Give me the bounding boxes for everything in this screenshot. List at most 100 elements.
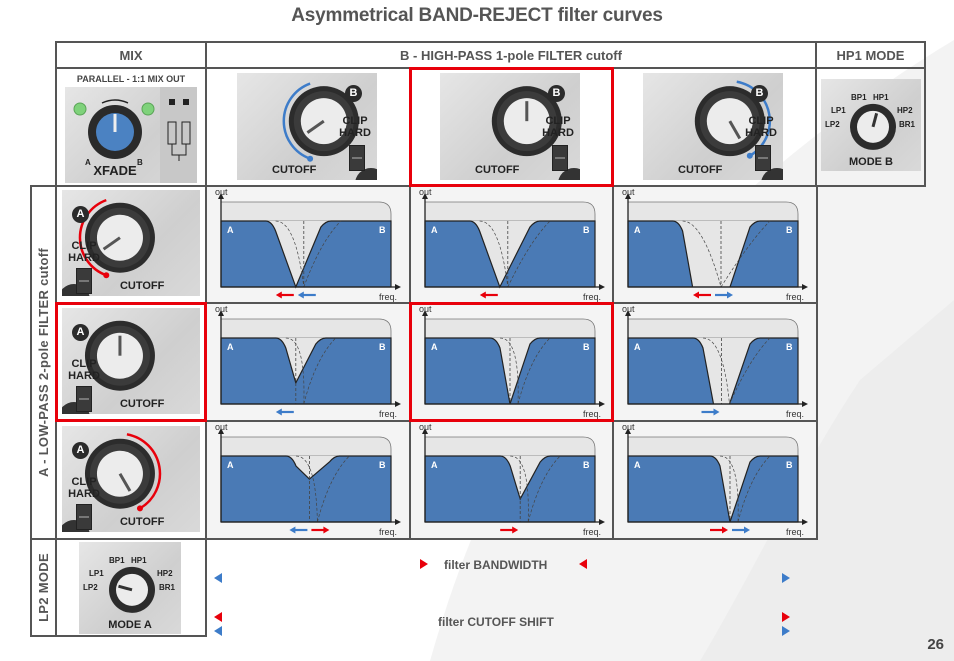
- bandwidth-blue-left-head: [214, 573, 222, 583]
- clip-label: CLIP: [545, 115, 571, 127]
- band-label-b: B: [786, 342, 793, 352]
- x-axis-arrow: [802, 284, 808, 290]
- response-chart-r1-c2: out freq. A B: [612, 302, 818, 422]
- blue-right-arrow-head: [744, 526, 750, 534]
- clip-hard-switch[interactable]: [76, 386, 92, 412]
- response-chart-r0-c0: out freq. A B: [205, 185, 411, 305]
- mode-option-hp2[interactable]: HP2: [157, 568, 173, 580]
- response-chart-r2-c1: out freq. A B: [409, 420, 615, 540]
- a-filter-label-cell: A - LOW-PASS 2-pole FILTER cutoff: [30, 185, 57, 540]
- mode-label: MODE B: [849, 156, 893, 168]
- filter-badge: A: [72, 206, 89, 223]
- clip-label: CLIP: [748, 115, 774, 127]
- mode-label: MODE A: [108, 619, 152, 631]
- b-cutoff-panel-high: B CLIP HARD CUTOFF: [643, 73, 783, 180]
- mode-option-bp1[interactable]: BP1: [109, 555, 125, 567]
- band-label-a: A: [634, 342, 641, 352]
- band-label-a: A: [431, 342, 438, 352]
- chart-svg: out freq. A B: [622, 304, 808, 419]
- chart-envelope: [220, 201, 392, 222]
- mode-option-bp1[interactable]: BP1: [851, 92, 867, 104]
- y-axis-label: out: [215, 304, 228, 314]
- lp2-mode-label-cell: LP2 MODE: [30, 538, 57, 637]
- rotation-arrow-head: [307, 155, 314, 162]
- hard-label: HARD: [542, 127, 574, 139]
- rotation-arrow-head: [103, 272, 110, 279]
- filter-badge: A: [72, 324, 89, 341]
- band-label-b: B: [583, 460, 590, 470]
- page-number: 26: [927, 636, 944, 653]
- clip-hard-label: CLIP HARD: [743, 115, 779, 139]
- x-axis-arrow: [395, 284, 401, 290]
- a-cutoff-panel-center: A CLIP HARD CUTOFF: [62, 308, 200, 414]
- clip-label: CLIP: [71, 358, 97, 370]
- mode-option-hp1[interactable]: HP1: [131, 555, 147, 567]
- chart-svg: out freq. A B: [215, 187, 401, 302]
- filter-badge: B: [548, 85, 565, 102]
- mix-cell: PARALLEL - 1:1 MIX OUT A B XFADE: [55, 67, 207, 187]
- b-cutoff-panel-center: B CLIP HARD CUTOFF: [440, 73, 580, 180]
- red-right-arrow-head: [512, 526, 519, 534]
- clip-hard-switch[interactable]: [76, 504, 92, 530]
- blue-left-arrow-head: [289, 526, 296, 534]
- clip-hard-switch[interactable]: [552, 145, 568, 171]
- response-chart-r2-c2: out freq. A B: [612, 420, 818, 540]
- clip-hard-switch[interactable]: [349, 145, 365, 171]
- header-b-filter: B - HIGH-PASS 1-pole FILTER cutoff: [205, 41, 817, 69]
- band-label-b: B: [583, 342, 590, 352]
- mode-option-br1[interactable]: BR1: [159, 582, 175, 594]
- mode-option-hp1[interactable]: HP1: [873, 92, 889, 104]
- cutoff-label: CUTOFF: [119, 280, 165, 292]
- header-hp1-mode-label: HP1 MODE: [836, 47, 905, 63]
- x-axis-label: freq.: [379, 527, 397, 537]
- rotation-arrow-head: [136, 505, 143, 512]
- x-axis-arrow: [599, 284, 605, 290]
- clip-hard-switch[interactable]: [755, 145, 771, 171]
- mode-a-panel: LP2 LP1 BP1 HP1 HP2 BR1 MODE A: [79, 542, 181, 634]
- header-hp1-mode: HP1 MODE: [815, 41, 926, 69]
- response-chart-r1-c0: out freq. A B: [205, 302, 411, 422]
- y-axis-label: out: [622, 187, 635, 197]
- response-chart-r0-c2: out freq. A B: [612, 185, 818, 305]
- clip-label: CLIP: [71, 476, 97, 488]
- band-label-b: B: [583, 225, 590, 235]
- clip-hard-label: CLIP HARD: [66, 358, 102, 382]
- page-title: Asymmetrical BAND-REJECT filter curves: [291, 5, 663, 26]
- cutoff-label: CUTOFF: [119, 398, 165, 410]
- red-left-arrow-head: [479, 291, 486, 299]
- shift-blue-left-head: [214, 626, 222, 636]
- y-axis-label: out: [419, 304, 432, 314]
- mode-option-hp2[interactable]: HP2: [897, 105, 913, 117]
- y-axis-label: out: [215, 422, 228, 432]
- x-axis-arrow: [599, 401, 605, 407]
- clip-hard-label: CLIP HARD: [66, 476, 102, 500]
- band-label-a: A: [431, 460, 438, 470]
- mode-option-lp2[interactable]: LP2: [825, 119, 840, 131]
- mode-option-lp2[interactable]: LP2: [83, 582, 98, 594]
- chart-svg: out freq. A B: [215, 422, 401, 537]
- hard-label: HARD: [68, 370, 100, 382]
- band-label-a: A: [227, 225, 234, 235]
- hard-label: HARD: [68, 252, 100, 264]
- clip-label: CLIP: [342, 115, 368, 127]
- mode-option-lp1[interactable]: LP1: [831, 105, 846, 117]
- mode-option-lp1[interactable]: LP1: [89, 568, 104, 580]
- shift-red-right-head: [782, 612, 790, 622]
- mode-option-br1[interactable]: BR1: [899, 119, 915, 131]
- x-axis-label: freq.: [583, 292, 601, 302]
- clip-hard-switch[interactable]: [76, 268, 92, 294]
- x-axis-label: freq.: [786, 292, 804, 302]
- a-cutoff-panel-high: A CLIP HARD CUTOFF: [62, 426, 200, 532]
- a-cutoff-panel-low: A CLIP HARD CUTOFF: [62, 190, 200, 296]
- x-axis-label: freq.: [583, 409, 601, 419]
- legend-bandwidth: filter BANDWIDTH: [444, 558, 548, 572]
- xfade-label: XFADE: [93, 163, 137, 178]
- clip-hard-label: CLIP HARD: [540, 115, 576, 139]
- red-left-arrow-head: [275, 291, 282, 299]
- chart-envelope: [627, 436, 799, 457]
- filter-badge: B: [751, 85, 768, 102]
- y-axis-label: out: [622, 422, 635, 432]
- chart-envelope: [627, 201, 799, 222]
- hard-label: HARD: [68, 488, 100, 500]
- x-axis-arrow: [599, 519, 605, 525]
